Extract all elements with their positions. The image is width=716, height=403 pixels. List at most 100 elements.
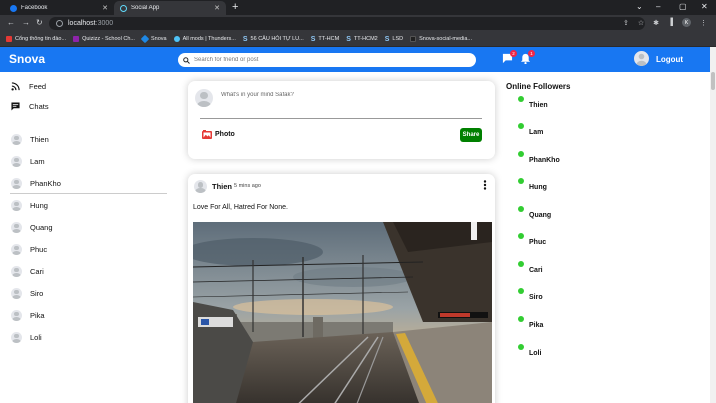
address-bar[interactable]: localhost:3000 [49,17,645,30]
bookmark-item[interactable]: S LSD [385,36,403,43]
friend-item[interactable]: Pika [11,310,45,321]
logout-button[interactable]: Logout [656,55,683,64]
tab-search-chevron-icon[interactable]: ⌄ [636,1,643,13]
status-input[interactable] [221,92,471,98]
back-icon[interactable]: ← [7,18,15,28]
online-follower[interactable]: Lam [508,123,543,139]
tab-title: Social App [131,5,160,11]
friend-name: Quang [30,223,53,232]
bookmark-item[interactable]: S TT-HCM2 [346,36,378,43]
friend-item[interactable]: Siro [11,288,43,299]
online-follower[interactable]: PhanKho [508,151,560,167]
online-follower[interactable]: Siro [508,288,543,304]
close-window-icon[interactable]: ✕ [701,1,708,13]
bookmark-item[interactable]: Cổng thông tin đào... [6,36,66,42]
scrollbar-thumb[interactable] [711,72,715,90]
online-follower[interactable]: Hung [508,178,547,194]
friend-item[interactable]: Thien [11,134,49,145]
browser-tab-social-app[interactable]: Social App ✕ [114,1,226,15]
online-status-dot [518,288,524,294]
bookmark-item[interactable]: All mods | Thunders... [173,36,236,42]
sidebar-item-label: Feed [29,82,47,91]
share-button[interactable]: Share [460,128,482,142]
bookmark-item[interactable]: S 56 CÂU HỎI TỰ LU... [243,36,304,43]
online-status-dot [518,123,524,129]
more-options-icon[interactable] [483,180,487,190]
follower-name: Thien [529,102,548,109]
minimize-window-icon[interactable]: – [656,1,660,13]
friend-item[interactable]: PhanKho [11,178,61,189]
app-topbar: Snova 2 1 Logout [0,47,716,72]
online-status-dot [518,206,524,212]
maximize-window-icon[interactable]: ▢ [679,1,687,13]
left-sidebar: Feed Chats Thien Lam PhanKho Hung Quang … [0,72,178,403]
post-author-avatar[interactable] [194,180,207,193]
online-follower[interactable]: Pika [508,316,543,332]
bookmark-star-icon[interactable]: ☆ [638,19,644,27]
friend-item[interactable]: Phuc [11,244,47,255]
reload-icon[interactable]: ↻ [36,18,43,28]
notification-badge: 1 [528,50,535,57]
rss-icon [11,82,20,91]
share-page-icon[interactable]: ⇪ [623,19,629,27]
browser-tab-facebook[interactable]: Facebook ✕ [4,1,114,15]
user-avatar[interactable] [634,51,649,66]
bookmark-item[interactable]: Snova [140,34,167,44]
chat-notification-button[interactable]: 2 [502,50,517,66]
site-info-icon[interactable] [56,20,63,27]
photo-icon [202,130,212,139]
right-sidebar: Online Followers Thien Lam PhanKho Hung … [506,72,706,403]
url-port: :3000 [95,20,114,27]
search-icon [183,56,190,64]
online-follower[interactable]: Phuc [508,233,546,249]
notifications-button[interactable]: 1 [520,50,535,66]
app-logo[interactable]: Snova [9,52,45,66]
new-tab-icon[interactable]: + [232,1,238,14]
bookmark-favicon-icon: S [242,35,248,43]
profile-avatar[interactable]: K [682,18,691,27]
bookmark-label: 56 CÂU HỎI TỰ LU... [250,36,304,42]
sidebar-item-feed[interactable]: Feed [11,82,46,91]
bookmark-favicon-icon [173,36,180,42]
photo-label: Photo [215,131,235,138]
side-panel-icon[interactable]: ▐ [668,19,673,26]
bookmark-favicon-icon [73,36,80,42]
post-author-name[interactable]: Thien [212,182,232,191]
online-follower[interactable]: Loli [508,344,542,360]
friend-avatar [11,244,22,255]
photo-option[interactable]: Photo [202,130,235,139]
online-follower[interactable]: Quang [508,206,551,222]
page-scrollbar[interactable] [710,47,716,403]
friend-avatar [11,310,22,321]
bookmark-item[interactable]: S TT-HCM [311,36,339,43]
friend-item[interactable]: Lam [11,156,45,167]
friend-item[interactable]: Loli [11,332,42,343]
search-input[interactable] [194,57,464,63]
follower-name: Loli [529,350,542,357]
browser-menu-icon[interactable]: ⋮ [700,19,707,27]
bookmark-item[interactable]: Snova-social-media... [410,36,472,42]
post-text: Love For All, Hatred For None. [193,204,288,211]
react-favicon-icon [120,4,127,12]
friend-item[interactable]: Quang [11,222,53,233]
forward-icon[interactable]: → [22,18,30,28]
friend-name: Phuc [30,245,48,254]
friend-item[interactable]: Hung [11,200,48,211]
sidebar-item-chats[interactable]: Chats [11,102,49,111]
friend-item[interactable]: Cari [11,266,44,277]
online-follower[interactable]: Thien [508,96,548,112]
online-follower[interactable]: Cari [508,261,543,277]
bookmark-favicon-icon: S [384,35,390,43]
bookmark-favicon-icon [140,34,150,44]
extensions-icon[interactable]: ✱ [653,19,659,27]
online-status-dot [518,316,524,322]
close-tab-icon[interactable]: ✕ [102,4,108,12]
friend-avatar [11,222,22,233]
browser-toolbar: ← → ↻ localhost:3000 ⇪ ☆ ✱ ▐ K ⋮ [0,15,716,32]
bookmark-item[interactable]: Quizizz - School Ch... [73,36,135,42]
friend-avatar [11,200,22,211]
friend-avatar [11,332,22,343]
post-image[interactable] [193,222,492,403]
search-bar[interactable] [178,53,476,67]
close-tab-icon[interactable]: ✕ [214,4,220,12]
